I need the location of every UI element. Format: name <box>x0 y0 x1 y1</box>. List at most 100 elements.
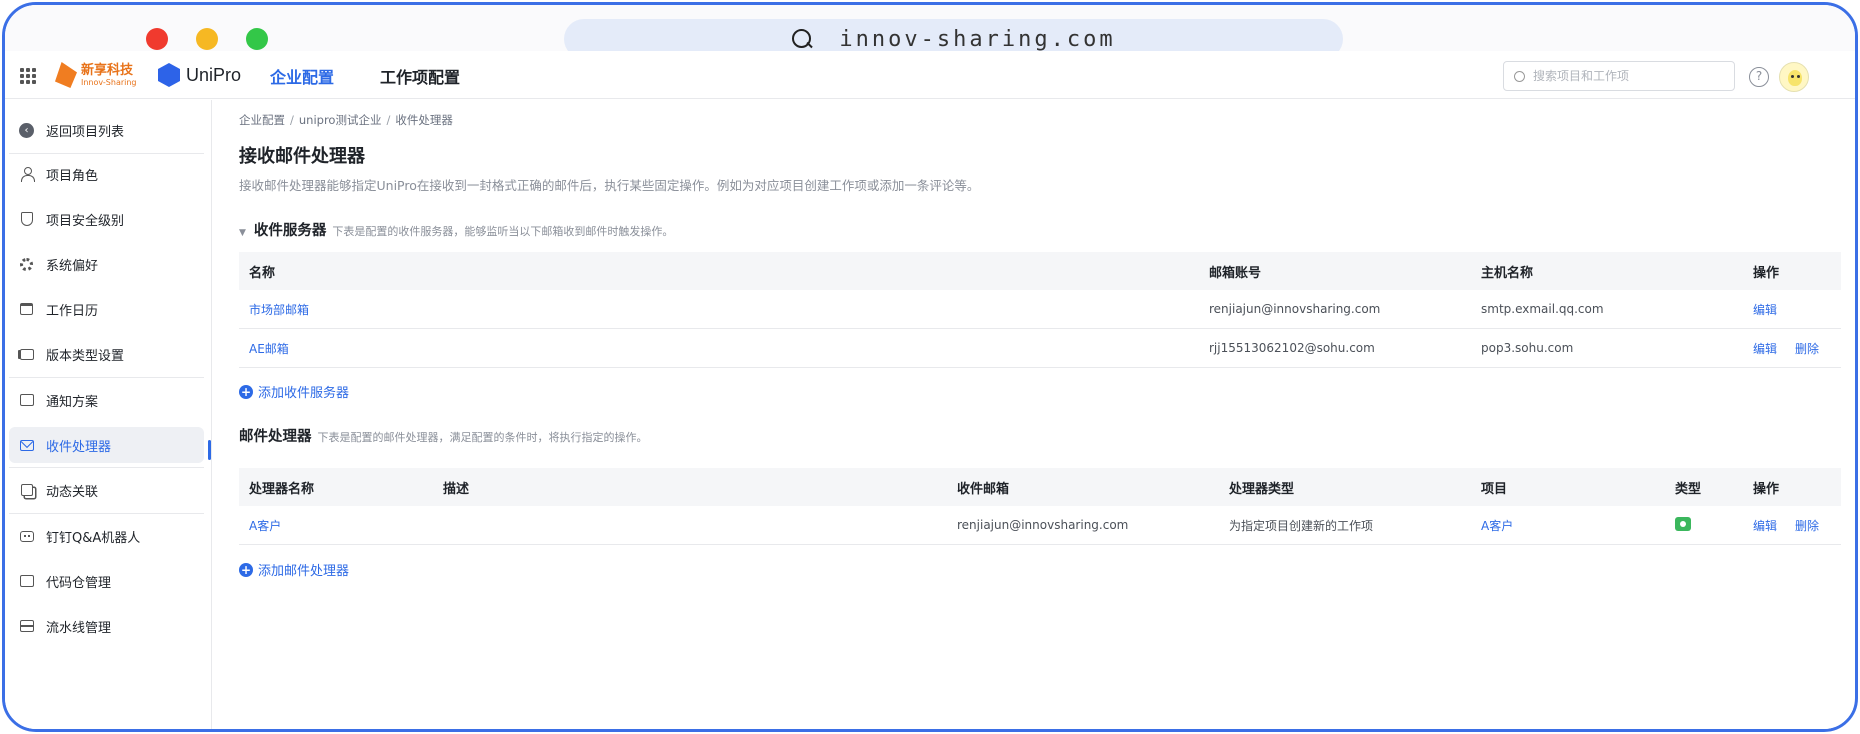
search-icon <box>791 28 813 50</box>
handler-project-link[interactable]: A客户 <box>1471 517 1665 534</box>
sidebar-item-label: 代码仓管理 <box>46 575 112 591</box>
shield-icon <box>19 212 34 227</box>
column-header: 名称 <box>249 265 276 281</box>
sidebar-divider <box>9 377 204 378</box>
row-actions: 编辑 <box>1743 301 1841 318</box>
handler-mailbox: renjiajun@innovsharing.com <box>957 518 1129 532</box>
maximize-window-button[interactable] <box>246 28 268 50</box>
breadcrumb-separator: / <box>290 113 294 127</box>
column-header: 操作 <box>1753 481 1780 497</box>
sidebar-item-code-repos[interactable]: 代码仓管理 <box>9 563 204 599</box>
delete-button[interactable]: 删除 <box>1795 342 1819 356</box>
sidebar-item-label: 版本类型设置 <box>46 348 125 364</box>
server-account: renjiajun@innovsharing.com <box>1209 302 1381 316</box>
tab-workitem-config[interactable]: 工作项配置 <box>380 64 460 88</box>
servers-section-title: 收件服务器 <box>253 223 327 239</box>
help-icon[interactable]: ? <box>1749 67 1769 87</box>
table-row: A客户 renjiajun@innovsharing.com 为指定项目创建新的… <box>239 506 1841 545</box>
handler-type: 为指定项目创建新的工作项 <box>1229 518 1374 533</box>
sidebar: ‹ 返回项目列表 项目角色 项目安全级别 系统偏好 工作日历 版本类型设置 通知… <box>5 100 212 729</box>
collapse-caret-icon[interactable]: ▼ <box>239 228 246 238</box>
column-header: 项目 <box>1481 481 1508 497</box>
breadcrumb: 企业配置 / unipro测试企业 / 收件处理器 <box>239 112 453 128</box>
sidebar-item-mail-handler[interactable]: 收件处理器 <box>9 427 204 463</box>
close-window-button[interactable] <box>146 28 168 50</box>
sidebar-divider <box>9 153 204 154</box>
add-server-button[interactable]: + 添加收件服务器 <box>239 382 349 401</box>
app-header: 新享科技 Innov-Sharing UniPro 企业配置 工作项配置 ? <box>5 51 1855 103</box>
mail-icon <box>19 438 34 453</box>
servers-section-desc: 下表是配置的收件服务器，能够监听当以下邮箱收到邮件时触发操作。 <box>332 225 674 238</box>
handler-name-link[interactable]: A客户 <box>239 517 433 534</box>
minimize-window-button[interactable] <box>196 28 218 50</box>
sidebar-item-dingtalk-bot[interactable]: 钉钉Q&A机器人 <box>9 518 204 554</box>
edit-button[interactable]: 编辑 <box>1753 303 1777 317</box>
column-header: 收件邮箱 <box>957 481 1010 497</box>
server-account: rjj15513062102@sohu.com <box>1209 341 1375 355</box>
code-icon <box>19 574 34 589</box>
sidebar-item-label: 项目角色 <box>46 168 99 184</box>
sidebar-item-label: 动态关联 <box>46 484 99 500</box>
calendar-icon <box>19 302 34 317</box>
table-row: 市场部邮箱 renjiajun@innovsharing.com smtp.ex… <box>239 290 1841 329</box>
url-text: innov-sharing.com <box>839 26 1116 52</box>
app-grid-icon[interactable] <box>20 68 36 84</box>
add-handler-label: 添加邮件处理器 <box>258 564 350 579</box>
servers-section-header[interactable]: ▼ 收件服务器 下表是配置的收件服务器，能够监听当以下邮箱收到邮件时触发操作。 <box>239 219 673 240</box>
edit-button[interactable]: 编辑 <box>1753 342 1777 356</box>
sidebar-item-security-level[interactable]: 项目安全级别 <box>9 201 204 237</box>
brand-mark-icon <box>55 62 77 88</box>
stack-icon <box>19 347 34 362</box>
sidebar-item-label: 通知方案 <box>46 394 99 410</box>
row-actions: 编辑 删除 <box>1743 517 1841 534</box>
global-search-input[interactable] <box>1533 69 1713 83</box>
column-header: 处理器类型 <box>1229 481 1295 497</box>
edit-button[interactable]: 编辑 <box>1753 519 1777 533</box>
sidebar-item-label: 系统偏好 <box>46 258 99 274</box>
breadcrumb-item[interactable]: unipro测试企业 <box>299 113 382 127</box>
add-handler-button[interactable]: + 添加邮件处理器 <box>239 560 349 579</box>
sidebar-item-dynamic-link[interactable]: 动态关联 <box>9 472 204 508</box>
server-name-link[interactable]: AE邮箱 <box>239 340 1199 357</box>
product-logo[interactable]: UniPro <box>158 63 241 87</box>
column-header: 处理器名称 <box>249 481 315 497</box>
table-header: 处理器名称 描述 收件邮箱 处理器类型 项目 类型 操作 <box>239 468 1841 506</box>
sidebar-item-calendar[interactable]: 工作日历 <box>9 291 204 327</box>
global-search[interactable] <box>1503 61 1735 91</box>
breadcrumb-item-current: 收件处理器 <box>395 113 453 127</box>
sidebar-item-pipelines[interactable]: 流水线管理 <box>9 608 204 644</box>
tab-enterprise-config[interactable]: 企业配置 <box>270 64 334 103</box>
server-host: smtp.exmail.qq.com <box>1481 302 1604 316</box>
breadcrumb-item[interactable]: 企业配置 <box>239 113 285 127</box>
delete-button[interactable]: 删除 <box>1795 519 1819 533</box>
sidebar-divider <box>9 467 204 468</box>
sidebar-item-back[interactable]: ‹ 返回项目列表 <box>9 112 204 148</box>
avatar[interactable] <box>1779 62 1809 92</box>
add-server-label: 添加收件服务器 <box>258 386 350 401</box>
sidebar-item-label: 工作日历 <box>46 303 99 319</box>
handlers-section-desc: 下表是配置的邮件处理器，满足配置的条件时，将执行指定的操作。 <box>317 431 648 444</box>
plus-circle-icon: + <box>239 562 253 577</box>
page-title: 接收邮件处理器 <box>239 146 365 167</box>
sidebar-item-notifications[interactable]: 通知方案 <box>9 382 204 418</box>
server-name-link[interactable]: 市场部邮箱 <box>239 301 1199 318</box>
handlers-section-header: 邮件处理器 下表是配置的邮件处理器，满足配置的条件时，将执行指定的操作。 <box>239 425 648 446</box>
sidebar-item-preferences[interactable]: 系统偏好 <box>9 246 204 282</box>
table-header: 名称 邮箱账号 主机名称 操作 <box>239 252 1841 290</box>
brand-logo[interactable]: 新享科技 Innov-Sharing <box>55 59 137 91</box>
servers-table: 名称 邮箱账号 主机名称 操作 市场部邮箱 renjiajun@innovsha… <box>239 252 1841 368</box>
search-icon <box>1514 70 1525 82</box>
column-header: 邮箱账号 <box>1209 265 1262 281</box>
sidebar-item-roles[interactable]: 项目角色 <box>9 156 204 192</box>
sidebar-item-label: 收件处理器 <box>46 439 112 455</box>
back-icon: ‹ <box>19 122 34 138</box>
window-frame: innov-sharing.com 新享科技 Innov-Sharing Uni… <box>2 2 1858 732</box>
column-header: 类型 <box>1675 481 1702 497</box>
plus-circle-icon: + <box>239 384 253 399</box>
sidebar-item-label: 返回项目列表 <box>46 124 125 140</box>
column-header: 描述 <box>443 481 470 497</box>
column-header: 操作 <box>1753 265 1780 281</box>
page-description: 接收邮件处理器能够指定UniPro在接收到一封格式正确的邮件后，执行某些固定操作… <box>239 178 980 193</box>
copy-icon <box>19 483 34 498</box>
sidebar-item-version-types[interactable]: 版本类型设置 <box>9 336 204 372</box>
